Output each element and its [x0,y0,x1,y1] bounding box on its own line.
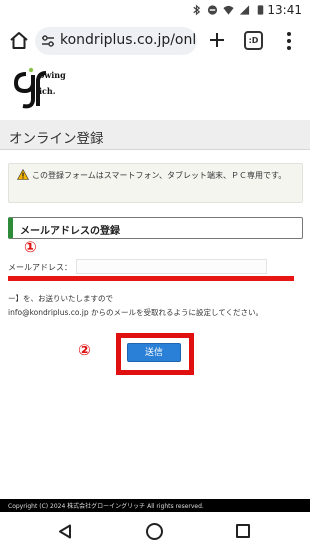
battery-icon [257,5,264,15]
device-notice: この登録フォームはスマートフォン、タブレット端末、ＰＣ専用です。 [8,163,303,203]
new-tab-plus-icon[interactable] [207,30,227,50]
tab-switcher-icon[interactable]: :D [244,31,263,50]
wifi-icon [223,5,234,15]
system-nav-bar [0,512,310,551]
annotation-redline [8,276,294,281]
status-icons [191,4,266,16]
address-bar[interactable]: kondriplus.co.jp/onlin [35,27,197,55]
email-label: メールアドレス： [8,263,72,272]
status-time: 13:41 [267,3,302,17]
email-input[interactable] [76,259,267,274]
logo-line-1: owing [39,70,66,80]
bluetooth-icon [193,4,201,16]
section-heading: メールアドレスの登録 [8,217,303,239]
more-menu-icon[interactable] [285,31,293,51]
browser-toolbar: kondriplus.co.jp/onlin :D [0,22,310,60]
copyright-text: Copyright (C) 2024 株式会社グローイングリッチ All rig… [8,503,204,510]
page-title-bar: オンライン登録 [0,120,310,150]
annotation-marker-1: ① [24,238,37,256]
home-nav-icon[interactable] [146,523,163,540]
description-line-1: ー】を、お送りいたしますので [8,294,113,303]
status-bar: 13:41 [0,0,310,22]
footer: Copyright (C) 2024 株式会社グローイングリッチ All rig… [0,499,310,512]
back-icon[interactable] [58,524,72,539]
signal-icon [239,5,250,15]
warning-icon [17,169,29,180]
page-title: オンライン登録 [9,131,104,147]
recent-apps-icon[interactable] [236,524,250,538]
notice-text: この登録フォームはスマートフォン、タブレット端末、ＰＣ専用です。 [32,171,287,180]
annotation-marker-2: ② [78,341,91,359]
section-title: メールアドレスの登録 [20,226,120,237]
logo-wordmark: owing ich. [39,70,66,96]
logo-line-2: ich. [39,86,56,96]
page-info-icon[interactable] [41,35,55,47]
home-icon[interactable] [8,30,30,52]
send-button[interactable]: 送信 [127,343,181,362]
description-line-2: info@kondriplus.co.jp からのメールを受取れるように設定して… [8,308,264,317]
do-not-disturb-icon [207,5,218,15]
url-text: kondriplus.co.jp/onlin [60,32,197,48]
